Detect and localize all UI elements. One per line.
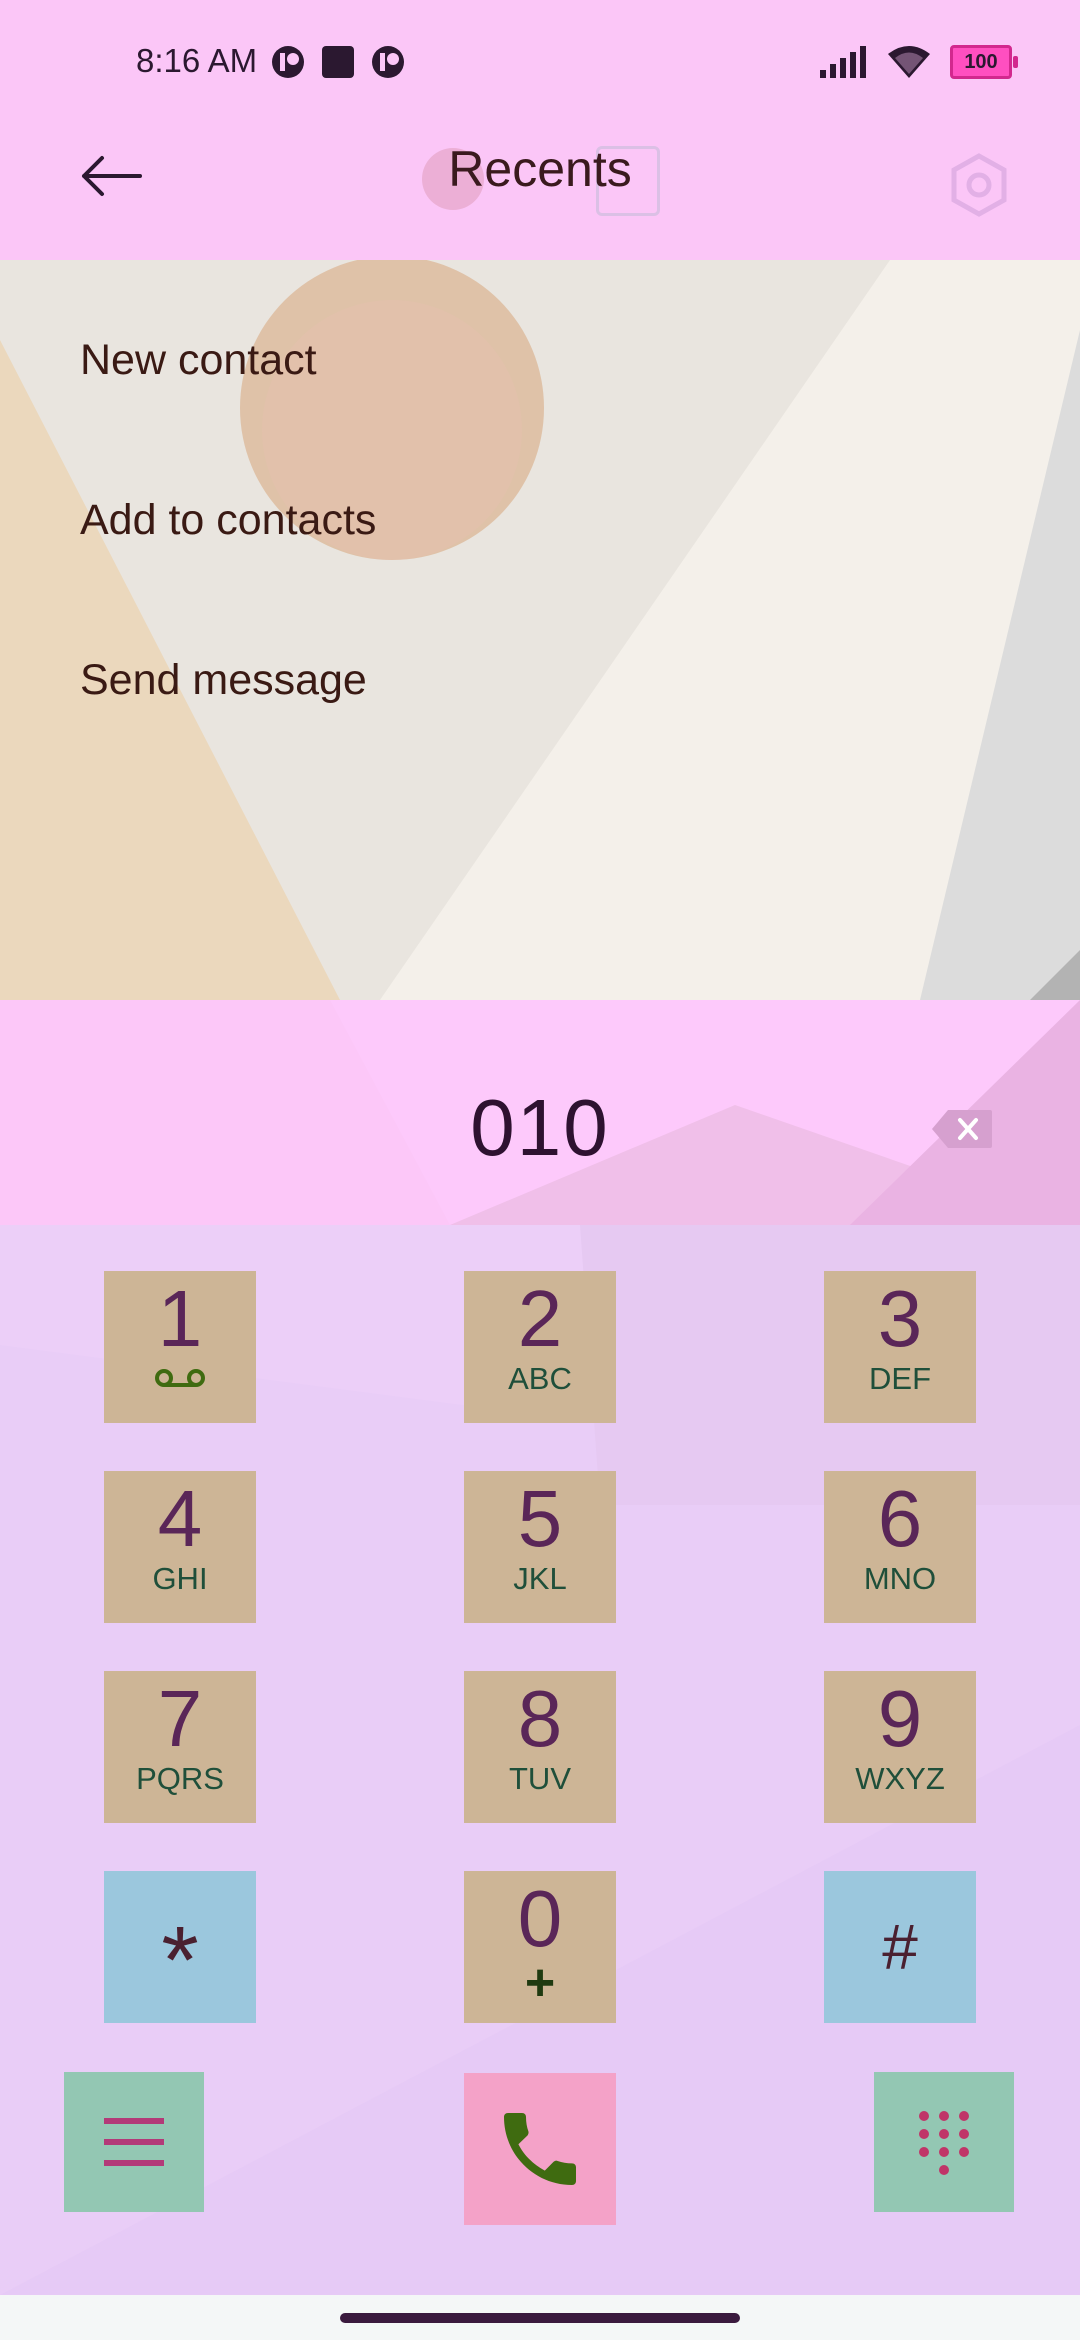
- key-letters: MNO: [863, 1561, 937, 1596]
- key-4[interactable]: 4 GHI: [104, 1471, 256, 1623]
- dialpad-toggle-button[interactable]: [874, 2072, 1014, 2212]
- key-letters: +: [524, 1954, 556, 2012]
- key-6[interactable]: 6 MNO: [824, 1471, 976, 1623]
- app-notification-icon-2: [372, 46, 404, 78]
- system-icons: 100: [818, 44, 1018, 80]
- key-8[interactable]: 8 TUV: [464, 1671, 616, 1823]
- dialed-number: 010: [470, 1083, 610, 1172]
- signal-icon: [820, 46, 866, 78]
- key-9[interactable]: 9 WXYZ: [824, 1671, 976, 1823]
- key-digit: 8: [517, 1674, 563, 1763]
- call-button[interactable]: [464, 2073, 616, 2225]
- key-digit: 1: [157, 1274, 203, 1363]
- key-5[interactable]: 5 JKL: [464, 1471, 616, 1623]
- wifi-icon: [888, 46, 930, 78]
- key-letters: TUV: [509, 1761, 571, 1796]
- key-7[interactable]: 7 PQRS: [104, 1671, 256, 1823]
- status-bar: 8:16 AM 100: [0, 0, 1080, 124]
- key-3[interactable]: 3 DEF: [824, 1271, 976, 1423]
- key-0[interactable]: 0 +: [464, 1871, 616, 2023]
- battery-icon: 100: [950, 45, 1018, 79]
- menu-button[interactable]: [64, 2072, 204, 2212]
- key-digit: 5: [517, 1474, 563, 1563]
- key-2[interactable]: 2 ABC: [464, 1271, 616, 1423]
- key-digit: 0: [517, 1874, 563, 1963]
- menu-item-add-to-contacts[interactable]: Add to contacts: [80, 470, 376, 570]
- stop-notification-icon: [322, 46, 354, 78]
- key-digit: 7: [157, 1674, 203, 1763]
- top-app-bar: Recents: [0, 124, 1080, 260]
- hamburger-menu-icon: [104, 2118, 164, 2166]
- backspace-icon[interactable]: [930, 1108, 994, 1150]
- key-digit: 9: [877, 1674, 923, 1763]
- options-menu: New contact Add to contacts Send message: [0, 260, 1080, 1000]
- dial-pad: 1 2 ABC 3 DEF 4 GHI 5 JKL 6 MNO 7 PQRS 8…: [0, 1225, 1080, 2295]
- voicemail-icon: [155, 1369, 205, 1387]
- home-gesture-handle[interactable]: [340, 2313, 740, 2323]
- key-digit: 2: [517, 1274, 563, 1363]
- app-notification-icon: [272, 46, 304, 78]
- key-letters: DEF: [869, 1361, 931, 1396]
- key-letters: WXYZ: [855, 1761, 945, 1796]
- menu-item-new-contact[interactable]: New contact: [80, 310, 317, 410]
- key-digit: 3: [877, 1274, 923, 1363]
- key-letters: GHI: [152, 1561, 208, 1596]
- status-time: 8:16 AM: [136, 42, 258, 79]
- dial-display: 010: [0, 1000, 1080, 1225]
- key-star[interactable]: *: [104, 1871, 256, 2023]
- key-1[interactable]: 1: [104, 1271, 256, 1423]
- battery-level: 100: [964, 50, 998, 73]
- key-digit: *: [161, 1907, 199, 2014]
- settings-icon[interactable]: [944, 150, 1014, 220]
- key-letters: JKL: [513, 1561, 567, 1596]
- key-digit: 6: [877, 1474, 923, 1563]
- key-hash[interactable]: #: [824, 1871, 976, 2023]
- menu-item-send-message[interactable]: Send message: [80, 630, 367, 730]
- page-title: Recents: [448, 141, 632, 197]
- key-digit: 4: [157, 1474, 203, 1563]
- key-letters: PQRS: [136, 1761, 224, 1796]
- key-digit: #: [882, 1911, 918, 1983]
- key-letters: ABC: [508, 1361, 572, 1396]
- dialpad-icon: [919, 2111, 969, 2175]
- phone-call-icon: [504, 2113, 576, 2185]
